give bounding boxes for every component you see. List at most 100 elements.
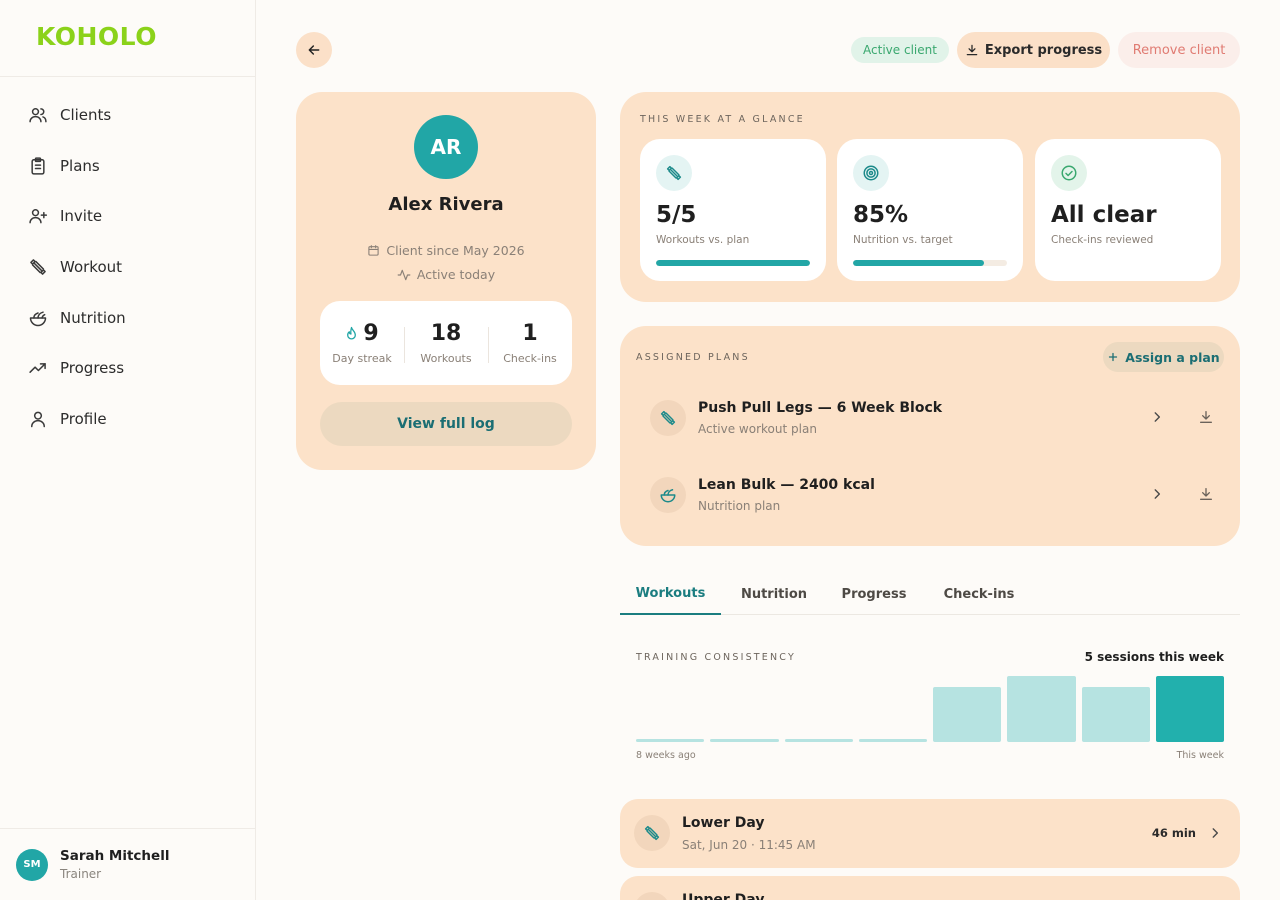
stat-workouts: 18 Workouts xyxy=(404,321,488,365)
tab-nutrition[interactable]: Nutrition xyxy=(724,574,824,615)
stat-value: 1 xyxy=(522,321,538,346)
client-since-text: Client since May 2026 xyxy=(386,243,525,258)
calendar-icon xyxy=(368,245,380,256)
sidebar-item-profile[interactable]: Profile xyxy=(0,394,255,445)
remove-client-button[interactable]: Remove client xyxy=(1118,32,1240,68)
tab-check-ins[interactable]: Check-ins xyxy=(924,574,1034,615)
chevron-right-icon[interactable] xyxy=(1150,410,1164,424)
status-badge: Active client xyxy=(851,37,949,63)
chart-end-label: This week xyxy=(1176,750,1224,761)
clipboard-icon xyxy=(27,155,49,177)
nutrition-progress-bar xyxy=(853,260,1007,266)
chart-bar xyxy=(636,739,705,742)
sidebar-item-label: Workout xyxy=(60,258,123,277)
plan-subtitle: Active workout plan xyxy=(698,422,817,436)
sidebar: KOHOLO Clients Plans Invite Workout Nutr… xyxy=(0,0,256,900)
section-title: THIS WEEK AT A GLANCE xyxy=(640,114,805,125)
export-progress-button[interactable]: Export progress xyxy=(957,32,1110,68)
glance-value: 5/5 xyxy=(656,202,697,228)
dumbbell-icon xyxy=(656,155,692,191)
glance-value: 85% xyxy=(853,202,909,228)
arrow-left-icon xyxy=(308,45,320,55)
dumbbell-icon xyxy=(650,400,686,436)
glance-nutrition: 85% Nutrition vs. target xyxy=(837,139,1023,281)
week-glance-card: THIS WEEK AT A GLANCE 5/5 Workouts vs. p… xyxy=(620,92,1240,302)
glance-workouts: 5/5 Workouts vs. plan xyxy=(640,139,826,281)
stat-day-streak: 9 Day streak xyxy=(320,321,404,365)
sidebar-divider xyxy=(0,76,255,77)
glance-check-ins: All clear Check-ins reviewed xyxy=(1035,139,1221,281)
glance-label: Workouts vs. plan xyxy=(656,234,750,246)
session-title: Upper Day xyxy=(682,892,765,900)
users-icon xyxy=(27,104,49,126)
sidebar-item-clients[interactable]: Clients xyxy=(0,90,255,141)
stat-label: Check-ins xyxy=(503,352,557,365)
download-icon xyxy=(966,44,978,56)
download-icon[interactable] xyxy=(1198,409,1214,425)
glance-label: Nutrition vs. target xyxy=(853,234,953,246)
chart-bar xyxy=(933,687,1002,742)
flame-icon xyxy=(347,326,357,340)
trending-up-icon xyxy=(27,357,49,379)
chart-title: TRAINING CONSISTENCY xyxy=(636,652,796,663)
client-activity-text: Active today xyxy=(416,267,496,282)
client-profile-card: AR Alex Rivera Client since May 2026 Act… xyxy=(296,92,596,470)
sidebar-item-label: Progress xyxy=(60,359,125,378)
plan-title: Push Pull Legs — 6 Week Block xyxy=(698,400,943,416)
plus-icon xyxy=(1109,352,1118,362)
plan-row[interactable]: Push Pull Legs — 6 Week Block Active wor… xyxy=(636,388,1224,448)
tab-progress[interactable]: Progress xyxy=(824,574,924,615)
assigned-plans-card: ASSIGNED PLANS Assign a plan Push Pull L… xyxy=(620,326,1240,546)
client-stats: 9 Day streak 18 Workouts 1 Check-ins xyxy=(320,301,572,385)
chart-bar xyxy=(710,739,779,742)
plan-subtitle: Nutrition plan xyxy=(698,499,781,513)
section-title: ASSIGNED PLANS xyxy=(636,352,750,363)
sidebar-item-plans[interactable]: Plans xyxy=(0,141,255,192)
sidebar-item-label: Clients xyxy=(60,106,112,125)
check-circle-icon xyxy=(1051,155,1087,191)
brand-logo[interactable]: KOHOLO xyxy=(36,22,157,51)
assign-plan-button[interactable]: Assign a plan xyxy=(1103,342,1224,372)
session-title: Lower Day xyxy=(682,815,765,831)
plan-row[interactable]: Lean Bulk — 2400 kcal Nutrition plan xyxy=(636,465,1224,525)
chevron-right-icon[interactable] xyxy=(1150,487,1164,501)
session-datetime: Sat, Jun 20 · 11:45 AM xyxy=(682,838,816,852)
glance-value: All clear xyxy=(1051,202,1157,228)
download-icon[interactable] xyxy=(1198,486,1214,502)
chart-bar xyxy=(1081,687,1150,742)
sidebar-item-progress[interactable]: Progress xyxy=(0,343,255,394)
current-user[interactable]: SM Sarah Mitchell Trainer xyxy=(0,828,255,900)
session-row[interactable]: Lower Day Sat, Jun 20 · 11:45 AM 46 min xyxy=(620,799,1240,868)
stat-label: Workouts xyxy=(420,352,472,365)
chart-bar xyxy=(1155,676,1224,742)
stat-label: Day streak xyxy=(332,352,392,365)
workouts-progress-bar xyxy=(656,260,810,266)
progress-fill xyxy=(656,260,810,266)
back-button[interactable] xyxy=(296,32,332,68)
stat-value: 18 xyxy=(430,321,462,346)
client-avatar: AR xyxy=(414,115,478,179)
client-activity: Active today xyxy=(296,267,596,282)
sidebar-item-nutrition[interactable]: Nutrition xyxy=(0,292,255,343)
sidebar-item-label: Invite xyxy=(60,207,103,226)
tab-workouts[interactable]: Workouts xyxy=(620,574,721,615)
export-progress-label: Export progress xyxy=(984,42,1103,58)
plan-title: Lean Bulk — 2400 kcal xyxy=(698,477,875,493)
view-full-log-button[interactable]: View full log xyxy=(320,402,572,446)
chevron-right-icon xyxy=(1212,828,1219,838)
client-tabs: Workouts Nutrition Progress Check-ins xyxy=(620,574,1240,615)
sidebar-item-workout[interactable]: Workout xyxy=(0,242,255,293)
training-consistency-chart xyxy=(636,676,1224,742)
session-row[interactable]: Upper Day xyxy=(620,876,1240,900)
session-duration: 46 min xyxy=(1151,826,1196,840)
chart-bar xyxy=(858,739,927,742)
chart-bar xyxy=(1007,676,1076,742)
stat-check-ins: 1 Check-ins xyxy=(488,321,572,365)
salad-bowl-icon xyxy=(27,307,49,329)
sidebar-item-label: Nutrition xyxy=(60,308,126,327)
progress-fill xyxy=(853,260,984,266)
sidebar-item-invite[interactable]: Invite xyxy=(0,191,255,242)
chart-start-label: 8 weeks ago xyxy=(636,750,696,761)
user-role: Trainer xyxy=(60,867,102,881)
sidebar-item-label: Profile xyxy=(60,409,107,428)
